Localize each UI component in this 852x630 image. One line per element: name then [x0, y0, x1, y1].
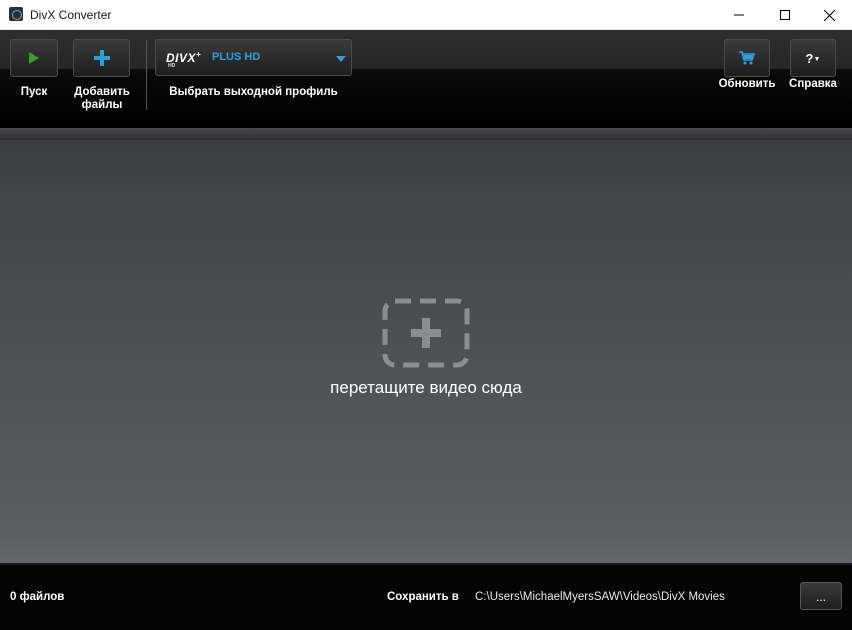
plus-icon — [93, 50, 110, 66]
add-files-label: Добавить файлы — [74, 86, 130, 111]
update-label: Обновить — [718, 78, 776, 90]
drop-area-edge — [0, 128, 852, 140]
help-button[interactable]: ?▼ — [790, 39, 836, 77]
title-bar: DivX Converter — [0, 0, 852, 30]
app-icon — [9, 7, 23, 21]
file-count: 0 файлов — [10, 591, 65, 603]
cart-icon — [739, 51, 755, 65]
minimize-button[interactable] — [716, 0, 762, 30]
drop-hint: перетащите видео сюда — [330, 378, 522, 397]
close-icon — [823, 9, 835, 21]
minimize-icon — [734, 14, 744, 16]
maximize-button[interactable] — [762, 0, 808, 30]
save-to-label: Сохранить в — [387, 591, 459, 603]
add-drop-icon — [382, 298, 470, 368]
update-button[interactable] — [724, 39, 770, 77]
start-button[interactable] — [10, 39, 58, 77]
save-path: C:\Users\MichaelMyersSAW\Videos\DivX Mov… — [475, 591, 725, 603]
status-bar: 0 файлов Сохранить в C:\Users\MichaelMye… — [0, 563, 852, 630]
window-title: DivX Converter — [30, 8, 112, 22]
divx-logo-hd: HD — [168, 63, 176, 69]
drop-area[interactable]: перетащите видео сюда — [0, 128, 852, 563]
profile-label: Выбрать выходной профиль — [169, 86, 338, 98]
browse-button[interactable]: ... — [800, 582, 842, 610]
profile-name: PLUS HD — [212, 51, 261, 63]
help-icon: ?▼ — [805, 50, 821, 66]
maximize-icon — [780, 10, 790, 20]
toolbar: Пуск Добавить файлы DIVX+ HD PLUS HD Выб… — [0, 30, 852, 128]
add-files-button[interactable] — [73, 39, 130, 77]
close-button[interactable] — [806, 0, 852, 30]
toolbar-divider — [146, 40, 147, 110]
chevron-down-icon — [336, 56, 346, 62]
profile-dropdown[interactable]: DIVX+ HD PLUS HD — [155, 39, 352, 76]
help-label: Справка — [789, 78, 837, 90]
start-label: Пуск — [20, 86, 48, 98]
play-icon — [29, 52, 39, 64]
